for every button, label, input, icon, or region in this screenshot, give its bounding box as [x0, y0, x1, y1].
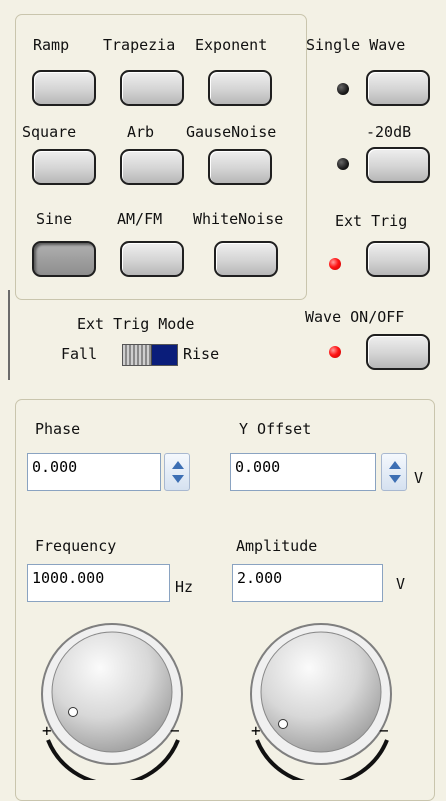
spin-down-icon[interactable] [172, 475, 184, 483]
ext-trig-button[interactable] [366, 241, 430, 277]
gausenoise-button[interactable] [208, 149, 272, 185]
spin-up-icon[interactable] [172, 461, 184, 469]
trapezia-button[interactable] [120, 70, 184, 106]
y-offset-input[interactable]: 0.000 [230, 453, 376, 491]
square-label: Square [22, 123, 77, 141]
amfm-label: AM/FM [117, 210, 163, 228]
spin-down-icon[interactable] [389, 475, 401, 483]
y-offset-unit: V [414, 469, 424, 487]
frequency-unit: Hz [175, 578, 194, 596]
arb-button[interactable] [120, 149, 184, 185]
trig-mode-toggle[interactable] [122, 344, 178, 366]
minus20db-button[interactable] [366, 147, 430, 183]
ext-trig-label: Ext Trig [335, 212, 408, 230]
wave-onoff-label: Wave ON/OFF [305, 308, 405, 326]
whitenoise-label: WhiteNoise [193, 210, 284, 228]
frequency-label: Frequency [35, 537, 117, 555]
phase-label: Phase [35, 420, 81, 438]
trig-rise-label: Rise [183, 345, 220, 363]
ext-trig-mode-title: Ext Trig Mode [77, 315, 195, 333]
phase-input[interactable]: 0.000 [27, 453, 161, 491]
arb-label: Arb [127, 123, 155, 141]
amplitude-unit: V [396, 575, 406, 593]
knob-plus-sign: + [251, 721, 261, 740]
sine-button[interactable] [32, 241, 96, 277]
toggle-thumb[interactable] [123, 345, 152, 365]
knob-minus-sign: − [170, 721, 180, 740]
gausenoise-label: GauseNoise [186, 123, 277, 141]
wave-onoff-button[interactable] [366, 334, 430, 370]
amplitude-knob[interactable]: + − [237, 612, 407, 780]
ramp-label: Ramp [33, 36, 70, 54]
frequency-knob[interactable]: + − [28, 612, 198, 780]
phase-spinner[interactable] [164, 453, 190, 491]
amplitude-label: Amplitude [236, 537, 318, 555]
side-divider [8, 290, 10, 380]
knob-minus-sign: − [379, 721, 389, 740]
single-wave-label: Single Wave [306, 36, 406, 54]
exponent-button[interactable] [208, 70, 272, 106]
minus20db-label: -20dB [366, 123, 412, 141]
ramp-button[interactable] [32, 70, 96, 106]
wave-onoff-led [329, 346, 341, 358]
frequency-input[interactable]: 1000.000 [27, 564, 170, 602]
single-wave-button[interactable] [366, 70, 430, 106]
whitenoise-button[interactable] [214, 241, 278, 277]
amfm-button[interactable] [120, 241, 184, 277]
y-offset-label: Y Offset [239, 420, 312, 438]
sine-label: Sine [36, 210, 73, 228]
trig-fall-label: Fall [61, 345, 98, 363]
ext-trig-led [329, 258, 341, 270]
exponent-label: Exponent [195, 36, 268, 54]
y-offset-spinner[interactable] [381, 453, 407, 491]
trapezia-label: Trapezia [103, 36, 176, 54]
knob-plus-sign: + [42, 721, 52, 740]
minus20db-led [337, 158, 349, 170]
spin-up-icon[interactable] [389, 461, 401, 469]
amplitude-input[interactable]: 2.000 [232, 564, 383, 602]
square-button[interactable] [32, 149, 96, 185]
single-wave-led [337, 83, 349, 95]
